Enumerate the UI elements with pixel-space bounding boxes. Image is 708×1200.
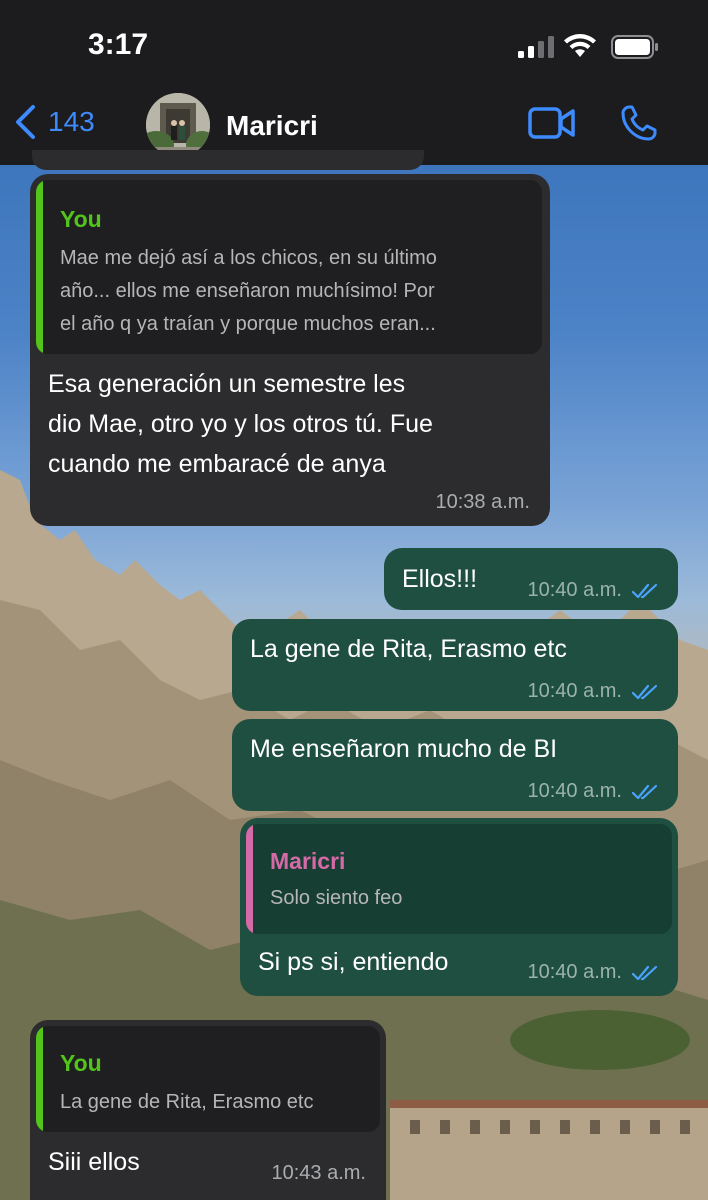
message-meta: 10:40 a.m. xyxy=(527,780,660,803)
quote-text: Mae me dejó así a los chicos, en su últi… xyxy=(60,242,437,341)
double-check-read-icon xyxy=(632,684,658,699)
chat-header: 3:17 143 Maricri xyxy=(0,0,708,165)
quote-line: año... ellos me enseñaron muchísimo! Por xyxy=(60,280,435,302)
message-text: Si ps si, entiendo xyxy=(258,948,449,976)
chevron-left-icon xyxy=(16,105,35,139)
message-bubble-outgoing[interactable]: Ellos!!! 10:40 a.m. xyxy=(384,548,678,610)
message-line: cuando me embaracé de anya xyxy=(48,450,386,478)
quote-text: La gene de Rita, Erasmo etc xyxy=(60,1091,314,1113)
cellular-signal-icon xyxy=(518,36,554,58)
double-check-read-icon xyxy=(632,784,658,799)
quote-author: Maricri xyxy=(270,848,346,874)
message-bubble-outgoing[interactable]: Maricri Solo siento feo Si ps si, entien… xyxy=(240,818,678,996)
message-bubble-outgoing[interactable]: Me enseñaron mucho de BI 10:40 a.m. xyxy=(232,719,678,811)
message-line: Esa generación un semestre les xyxy=(48,370,406,398)
double-check-read-icon xyxy=(632,965,658,980)
message-time: 10:43 a.m. xyxy=(271,1162,366,1184)
message-text: Me enseñaron mucho de BI xyxy=(250,735,558,763)
quote-line: el año q ya traían y porque muchos eran.… xyxy=(60,313,436,335)
message-meta: 10:43 a.m. xyxy=(271,1162,366,1185)
quoted-message[interactable]: You Mae me dejó así a los chicos, en su … xyxy=(36,180,542,354)
message-meta: 10:40 a.m. xyxy=(527,579,660,602)
message-text: Siii ellos xyxy=(48,1148,140,1176)
video-call-icon[interactable] xyxy=(528,106,576,140)
quoted-message[interactable]: You La gene de Rita, Erasmo etc xyxy=(36,1026,380,1132)
message-time: 10:40 a.m. xyxy=(527,680,622,702)
unread-count: 143 xyxy=(48,106,95,137)
quoted-message[interactable]: Maricri Solo siento feo xyxy=(246,824,672,934)
quote-accent-bar xyxy=(36,180,43,354)
wifi-icon xyxy=(564,34,596,57)
message-time: 10:40 a.m. xyxy=(527,780,622,802)
quote-accent-bar xyxy=(246,824,253,934)
message-meta: 10:40 a.m. xyxy=(527,680,660,703)
back-button[interactable]: 143 xyxy=(14,104,95,140)
contact-avatar[interactable] xyxy=(146,93,210,157)
quote-line: Mae me dejó así a los chicos, en su últi… xyxy=(60,247,437,269)
message-bubble-outgoing[interactable]: La gene de Rita, Erasmo etc 10:40 a.m. xyxy=(232,619,678,711)
quote-accent-bar xyxy=(36,1026,43,1132)
message-text: La gene de Rita, Erasmo etc xyxy=(250,635,567,663)
message-meta: 10:38 a.m. xyxy=(435,491,530,514)
avatar-photo xyxy=(146,93,210,157)
contact-name[interactable]: Maricri xyxy=(226,110,318,142)
message-text: Esa generación un semestre les dio Mae, … xyxy=(48,364,433,484)
message-time: 10:40 a.m. xyxy=(527,961,622,983)
quote-author: You xyxy=(60,206,102,232)
message-bubble-incoming[interactable]: You Mae me dejó así a los chicos, en su … xyxy=(30,174,550,526)
message-meta: 10:40 a.m. xyxy=(527,961,660,984)
battery-icon xyxy=(611,35,658,59)
status-time: 3:17 xyxy=(88,28,149,61)
previous-message-edge xyxy=(32,150,424,170)
quote-author: You xyxy=(60,1050,102,1076)
phone-call-icon[interactable] xyxy=(620,104,658,142)
quote-text: Solo siento feo xyxy=(270,887,403,909)
message-text: Ellos!!! xyxy=(402,565,478,593)
message-bubble-incoming[interactable]: You La gene de Rita, Erasmo etc Siii ell… xyxy=(30,1020,386,1200)
message-time: 10:38 a.m. xyxy=(435,491,530,513)
double-check-read-icon xyxy=(632,583,658,598)
message-time: 10:40 a.m. xyxy=(527,579,622,601)
message-line: dio Mae, otro yo y los otros tú. Fue xyxy=(48,410,433,438)
